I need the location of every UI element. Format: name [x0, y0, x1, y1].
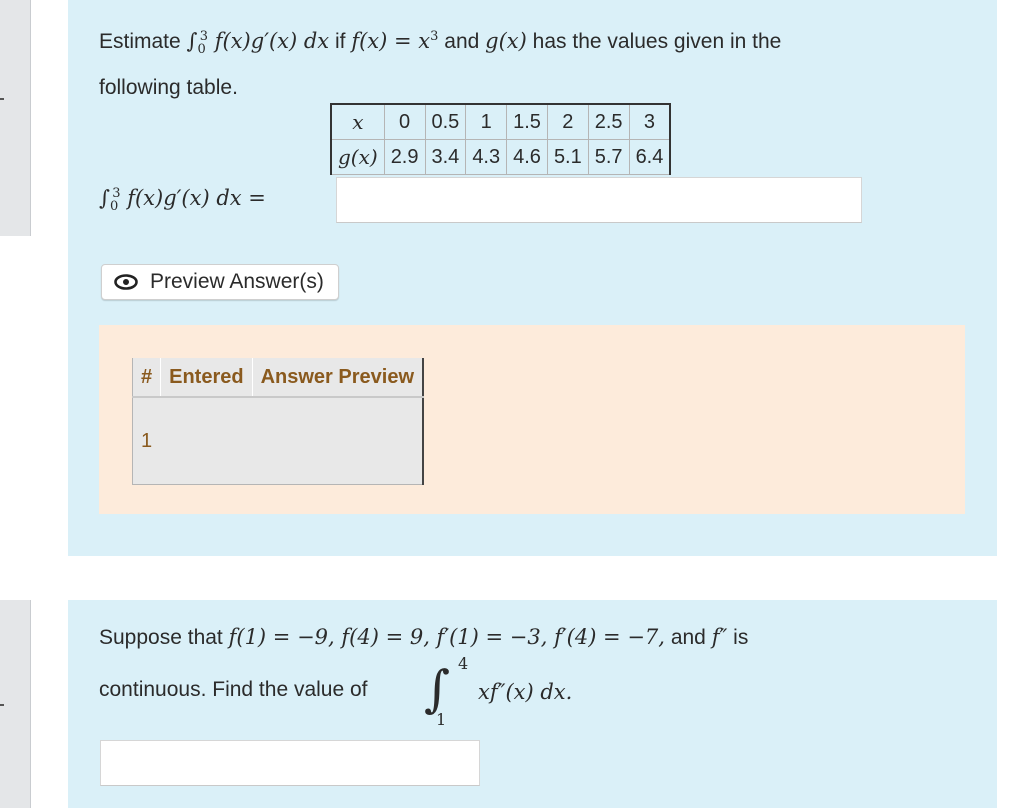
table-row-x: x 0 0.5 1 1.5 2 2.5 3: [329, 103, 672, 140]
table-cell: 5.1: [546, 139, 589, 175]
table-row-g: g(x) 2.9 3.4 4.3 4.6 5.1 5.7 6.4: [329, 139, 672, 175]
table-cell: 2: [546, 103, 589, 140]
integral-expression: ∫03 f(x)g′(x) dx: [186, 29, 330, 58]
values-table: x 0 0.5 1 1.5 2 2.5 3 g(x) 2.9 3.4 4.3 4…: [329, 103, 672, 175]
table-cell: 4.6: [506, 139, 548, 175]
statement-text: and: [670, 626, 706, 649]
table-cell: 3: [628, 103, 672, 140]
statement-text: is: [733, 626, 749, 649]
problem-2-statement-line-2: continuous. Find the value of: [99, 671, 368, 709]
f-def: f(x) = x: [351, 29, 431, 53]
statement-text: Estimate: [99, 30, 181, 53]
integral-lower-bound: 0: [197, 42, 206, 58]
answer-label: ∫03 f(x)g′(x) dx =: [99, 186, 266, 215]
integral-sign: ∫: [424, 660, 451, 718]
table-cell: 5.7: [587, 139, 630, 175]
label-expression: f(x)g′(x) dx =: [127, 186, 266, 210]
table-cell: 0: [383, 103, 426, 140]
statement-text: continuous. Find the value of: [99, 678, 368, 701]
table-cell: 4.3: [465, 139, 508, 175]
side-tab-problem-2: [0, 600, 31, 808]
tab-tick: [0, 704, 4, 706]
f-double-prime: f″: [711, 625, 728, 649]
f-definition: f(x) = x3: [351, 29, 438, 53]
table-cell: 6.4: [628, 139, 672, 175]
integral-upper-bound: 4: [458, 654, 469, 673]
table-cell: 2.5: [587, 103, 630, 140]
integral-lower-bound: 1: [436, 710, 447, 729]
results-panel: # Entered Answer Preview 1: [99, 325, 965, 514]
header-answer-preview: Answer Preview: [252, 358, 425, 398]
problem-1-statement: Estimate ∫03 f(x)g′(x) dx if f(x) = x3 a…: [99, 18, 969, 107]
g-name: g(x): [485, 29, 527, 53]
answer-preview-value: [252, 397, 425, 485]
g-row-label: g(x): [329, 139, 385, 175]
table-cell: 3.4: [424, 139, 467, 175]
label-lower-bound: 0: [109, 199, 119, 215]
tab-tick: [0, 98, 4, 100]
problem-2-statement-line-1: Suppose that f(1) = −9, f(4) = 9, f′(1) …: [99, 618, 748, 657]
statement-text: following table.: [99, 76, 238, 100]
answer-input-1[interactable]: [336, 177, 862, 223]
table-cell: 1: [465, 103, 508, 140]
preview-button-label: Preview Answer(s): [150, 270, 324, 293]
row-number: 1: [131, 397, 161, 485]
statement-text: has the values given in the: [532, 30, 782, 53]
results-table: # Entered Answer Preview 1: [131, 358, 425, 485]
header-entered: Entered: [160, 358, 253, 398]
table-cell: 2.9: [383, 139, 426, 175]
statement-text: Suppose that: [99, 626, 223, 649]
table-cell: 0.5: [424, 103, 467, 140]
label-upper-bound: 3: [112, 186, 121, 201]
problem-1-panel: Estimate ∫03 f(x)g′(x) dx if f(x) = x3 a…: [68, 0, 997, 556]
side-tab-problem-1: [0, 0, 31, 236]
header-number: #: [131, 358, 162, 398]
results-header-row: # Entered Answer Preview: [131, 358, 425, 398]
statement-text: if: [335, 30, 346, 53]
integrand: f(x)g′(x) dx: [214, 29, 330, 53]
integral-upper-bound: 3: [199, 29, 209, 44]
x-row-label: x: [329, 103, 385, 140]
entered-value: [160, 397, 253, 485]
answer-input-2[interactable]: [100, 740, 480, 786]
eye-icon: [114, 274, 138, 290]
preview-answers-button[interactable]: Preview Answer(s): [101, 264, 339, 300]
statement-text: and: [444, 30, 480, 53]
given-values: f(1) = −9, f(4) = 9, f′(1) = −3, f′(4) =…: [228, 625, 665, 649]
f-exponent: 3: [430, 29, 439, 44]
integrand: xf″(x) dx.: [478, 680, 573, 704]
table-cell: 1.5: [506, 103, 548, 140]
table-row: 1: [131, 397, 425, 485]
